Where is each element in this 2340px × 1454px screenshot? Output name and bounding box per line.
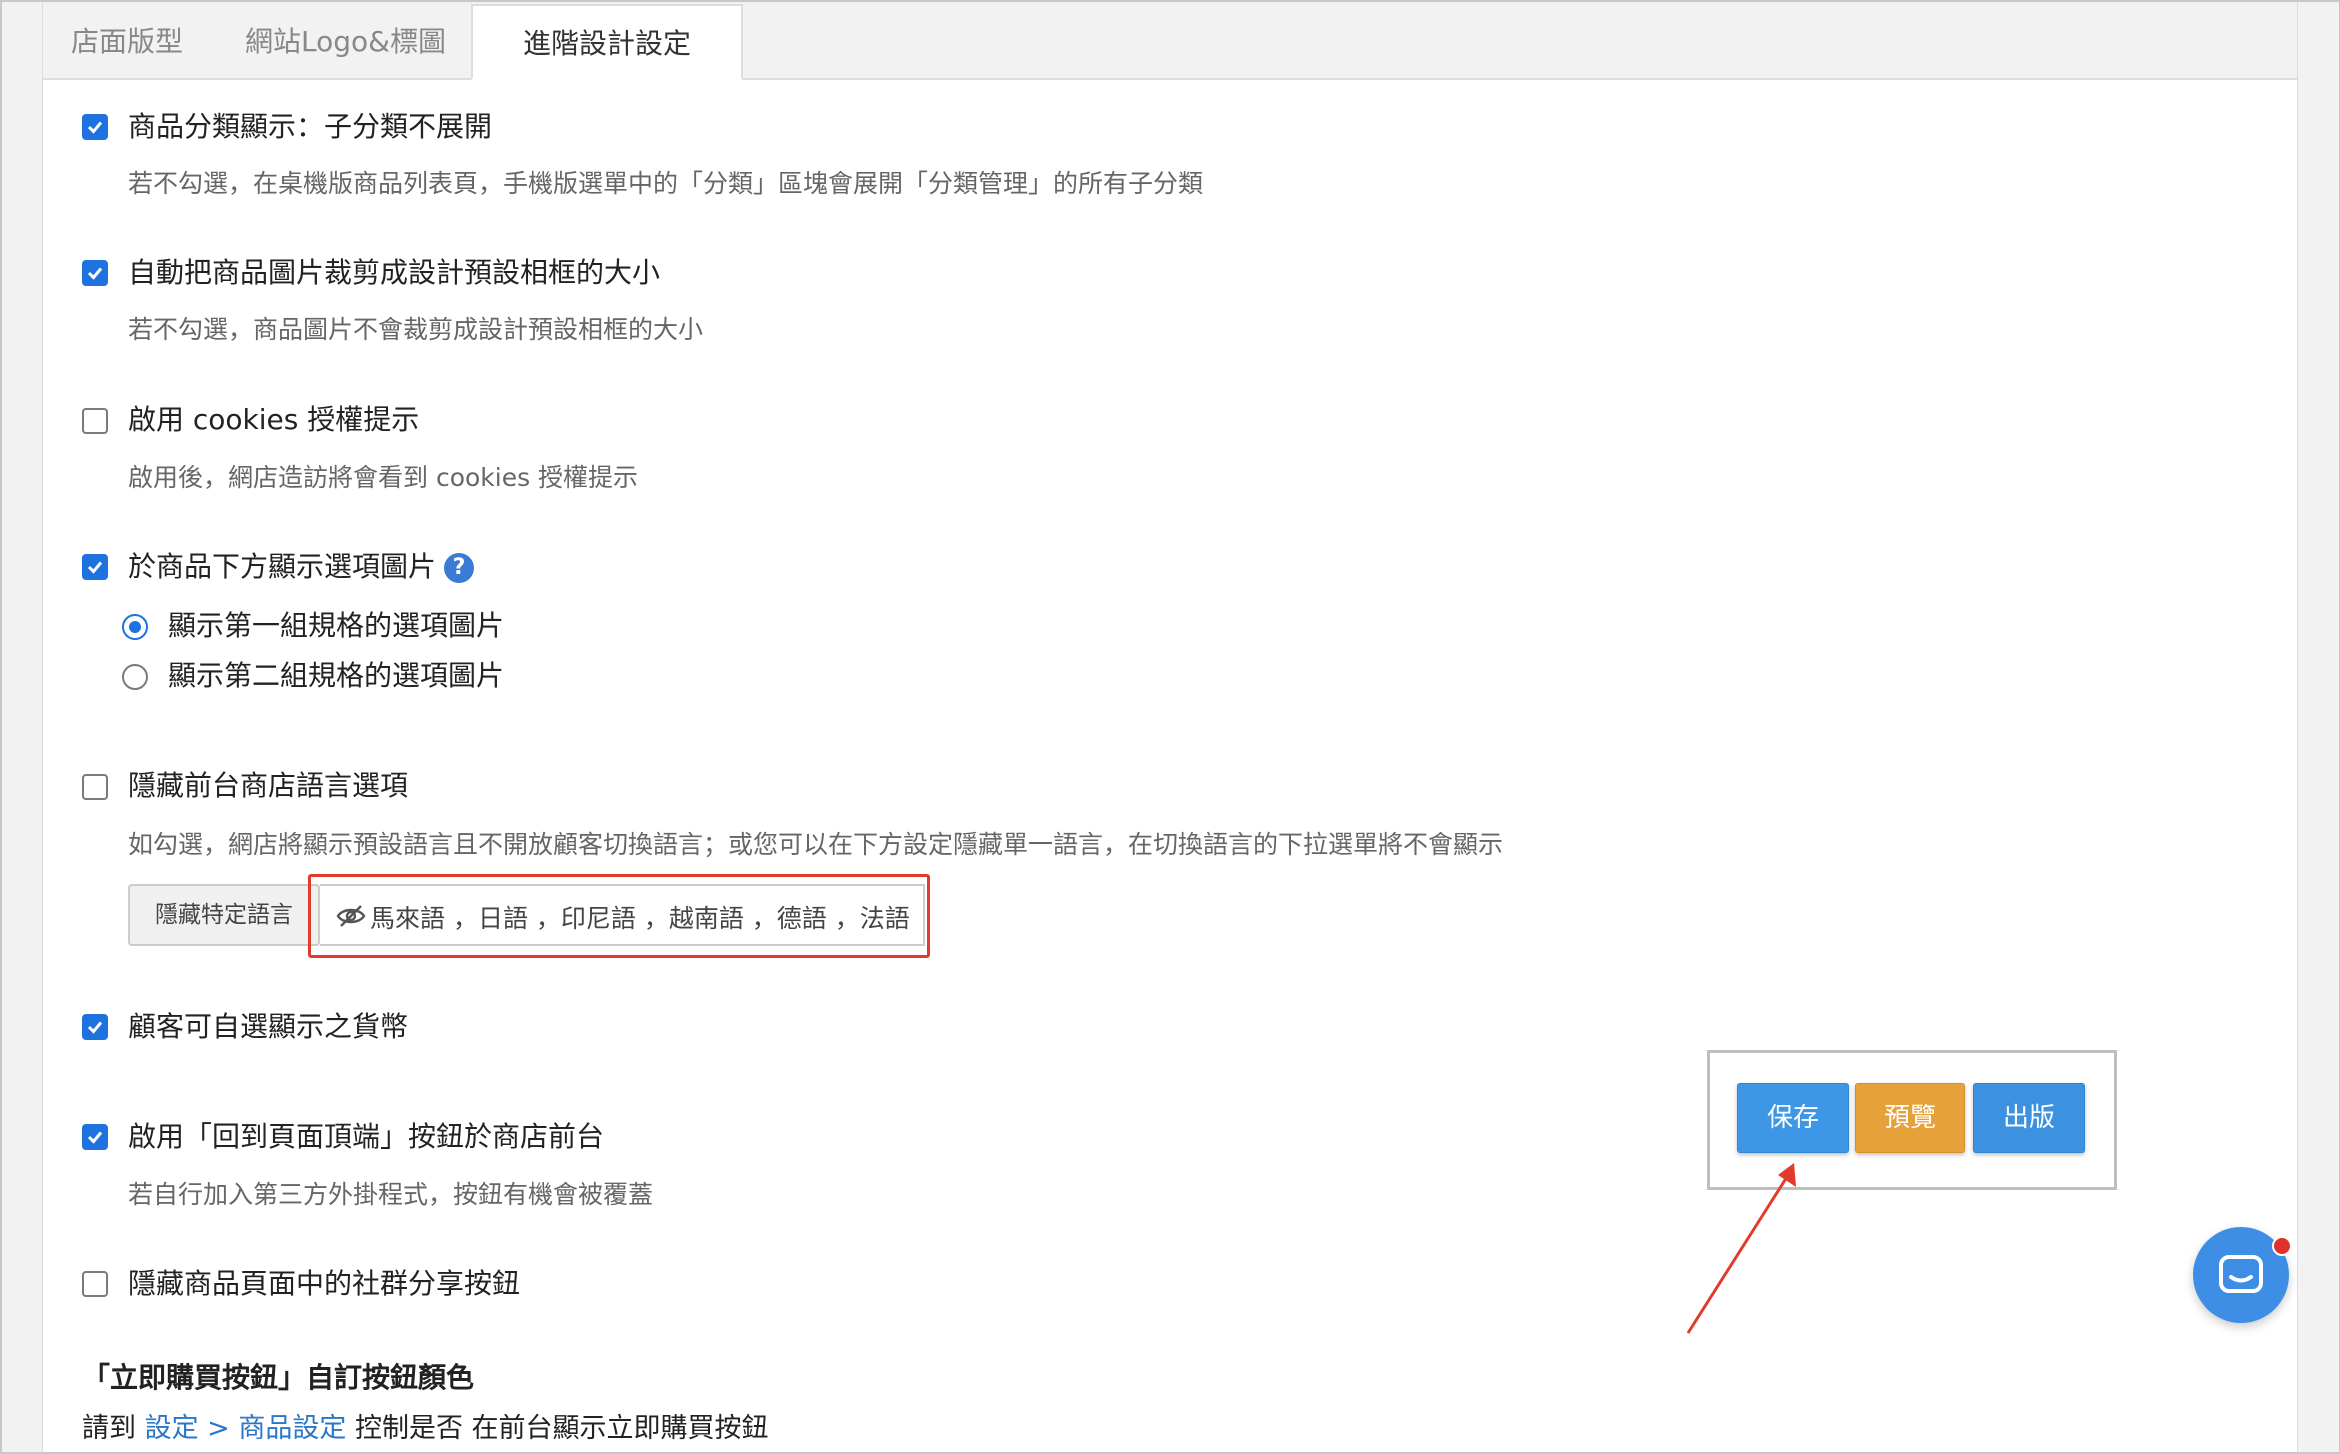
tab-advanced-design[interactable]: 進階設計設定: [471, 4, 743, 80]
chat-icon: [2219, 1255, 2263, 1293]
setting-desc-cookies: 啟用後，網店造訪將會看到 cookies 授權提示: [128, 463, 639, 492]
setting-label-currency: 顧客可自選顯示之貨幣: [128, 1010, 409, 1043]
annotation-highlight-box: [308, 874, 930, 958]
tab-logo-banner[interactable]: 網站Logo&標圖: [245, 4, 446, 80]
right-gutter: [2297, 2, 2339, 1452]
preview-button[interactable]: 預覽: [1855, 1083, 1965, 1153]
checkbox-hide-social-share[interactable]: [82, 1271, 108, 1297]
hide-specific-language-button[interactable]: 隱藏特定語言: [128, 884, 320, 946]
buy-now-instruction: 請到 設定 > 商品設定 控制是否 在前台顯示立即購買按鈕: [82, 1413, 769, 1444]
checkbox-option-images[interactable]: [82, 554, 108, 580]
setting-label-option-images: 於商品下方顯示選項圖片: [128, 550, 437, 583]
checkbox-subcategory-collapse[interactable]: [82, 114, 108, 140]
setting-label-auto-crop: 自動把商品圖片裁剪成設計預設相框的大小: [128, 256, 661, 289]
radio-first-spec-images[interactable]: [122, 614, 148, 640]
publish-button[interactable]: 出版: [1973, 1083, 2085, 1153]
tab-storefront-layout[interactable]: 店面版型: [71, 4, 183, 80]
tab-bar: 店面版型 網站Logo&標圖 進階設計設定: [43, 2, 2297, 80]
question-circle-icon[interactable]: ?: [444, 553, 474, 583]
annotation-arrow: [1686, 1163, 1796, 1334]
checkbox-hide-language[interactable]: [82, 774, 108, 800]
buy-now-section-title: 「立即購買按鈕」自訂按鈕顏色: [82, 1361, 475, 1394]
setting-desc-subcategory: 若不勾選，在桌機版商品列表頁，手機版選單中的「分類」區塊會展開「分類管理」的所有…: [128, 169, 1204, 198]
radio-label-second-spec: 顯示第二組規格的選項圖片: [168, 659, 505, 692]
save-button[interactable]: 保存: [1737, 1083, 1849, 1153]
setting-desc-auto-crop: 若不勾選，商品圖片不會裁剪成設計預設相框的大小: [128, 315, 704, 344]
radio-label-first-spec: 顯示第一組規格的選項圖片: [168, 609, 505, 642]
checkbox-back-to-top[interactable]: [82, 1124, 108, 1150]
checkbox-auto-crop[interactable]: [82, 260, 108, 286]
setting-desc-hide-language: 如勾選，網店將顯示預設語言且不開放顧客切換語言；或您可以在下方設定隱藏單一語言，…: [128, 830, 1504, 859]
setting-label-back-to-top: 啟用「回到頁面頂端」按鈕於商店前台: [128, 1120, 605, 1153]
checkbox-customer-currency[interactable]: [82, 1014, 108, 1040]
left-gutter: [2, 2, 43, 1452]
radio-second-spec-images[interactable]: [122, 664, 148, 690]
chat-notification-dot: [2272, 1236, 2292, 1256]
setting-label-cookies: 啟用 cookies 授權提示: [128, 403, 420, 436]
setting-label-hide-language: 隱藏前台商店語言選項: [128, 769, 409, 802]
product-settings-link[interactable]: 設定 > 商品設定: [145, 1413, 347, 1444]
setting-label-subcategory: 商品分類顯示：子分類不展開: [128, 110, 493, 143]
checkbox-cookies-consent[interactable]: [82, 408, 108, 434]
setting-desc-back-to-top: 若自行加入第三方外掛程式，按鈕有機會被覆蓋: [128, 1180, 654, 1209]
window-frame: [0, 0, 2340, 1454]
setting-label-social-share: 隱藏商品頁面中的社群分享按鈕: [128, 1267, 521, 1300]
